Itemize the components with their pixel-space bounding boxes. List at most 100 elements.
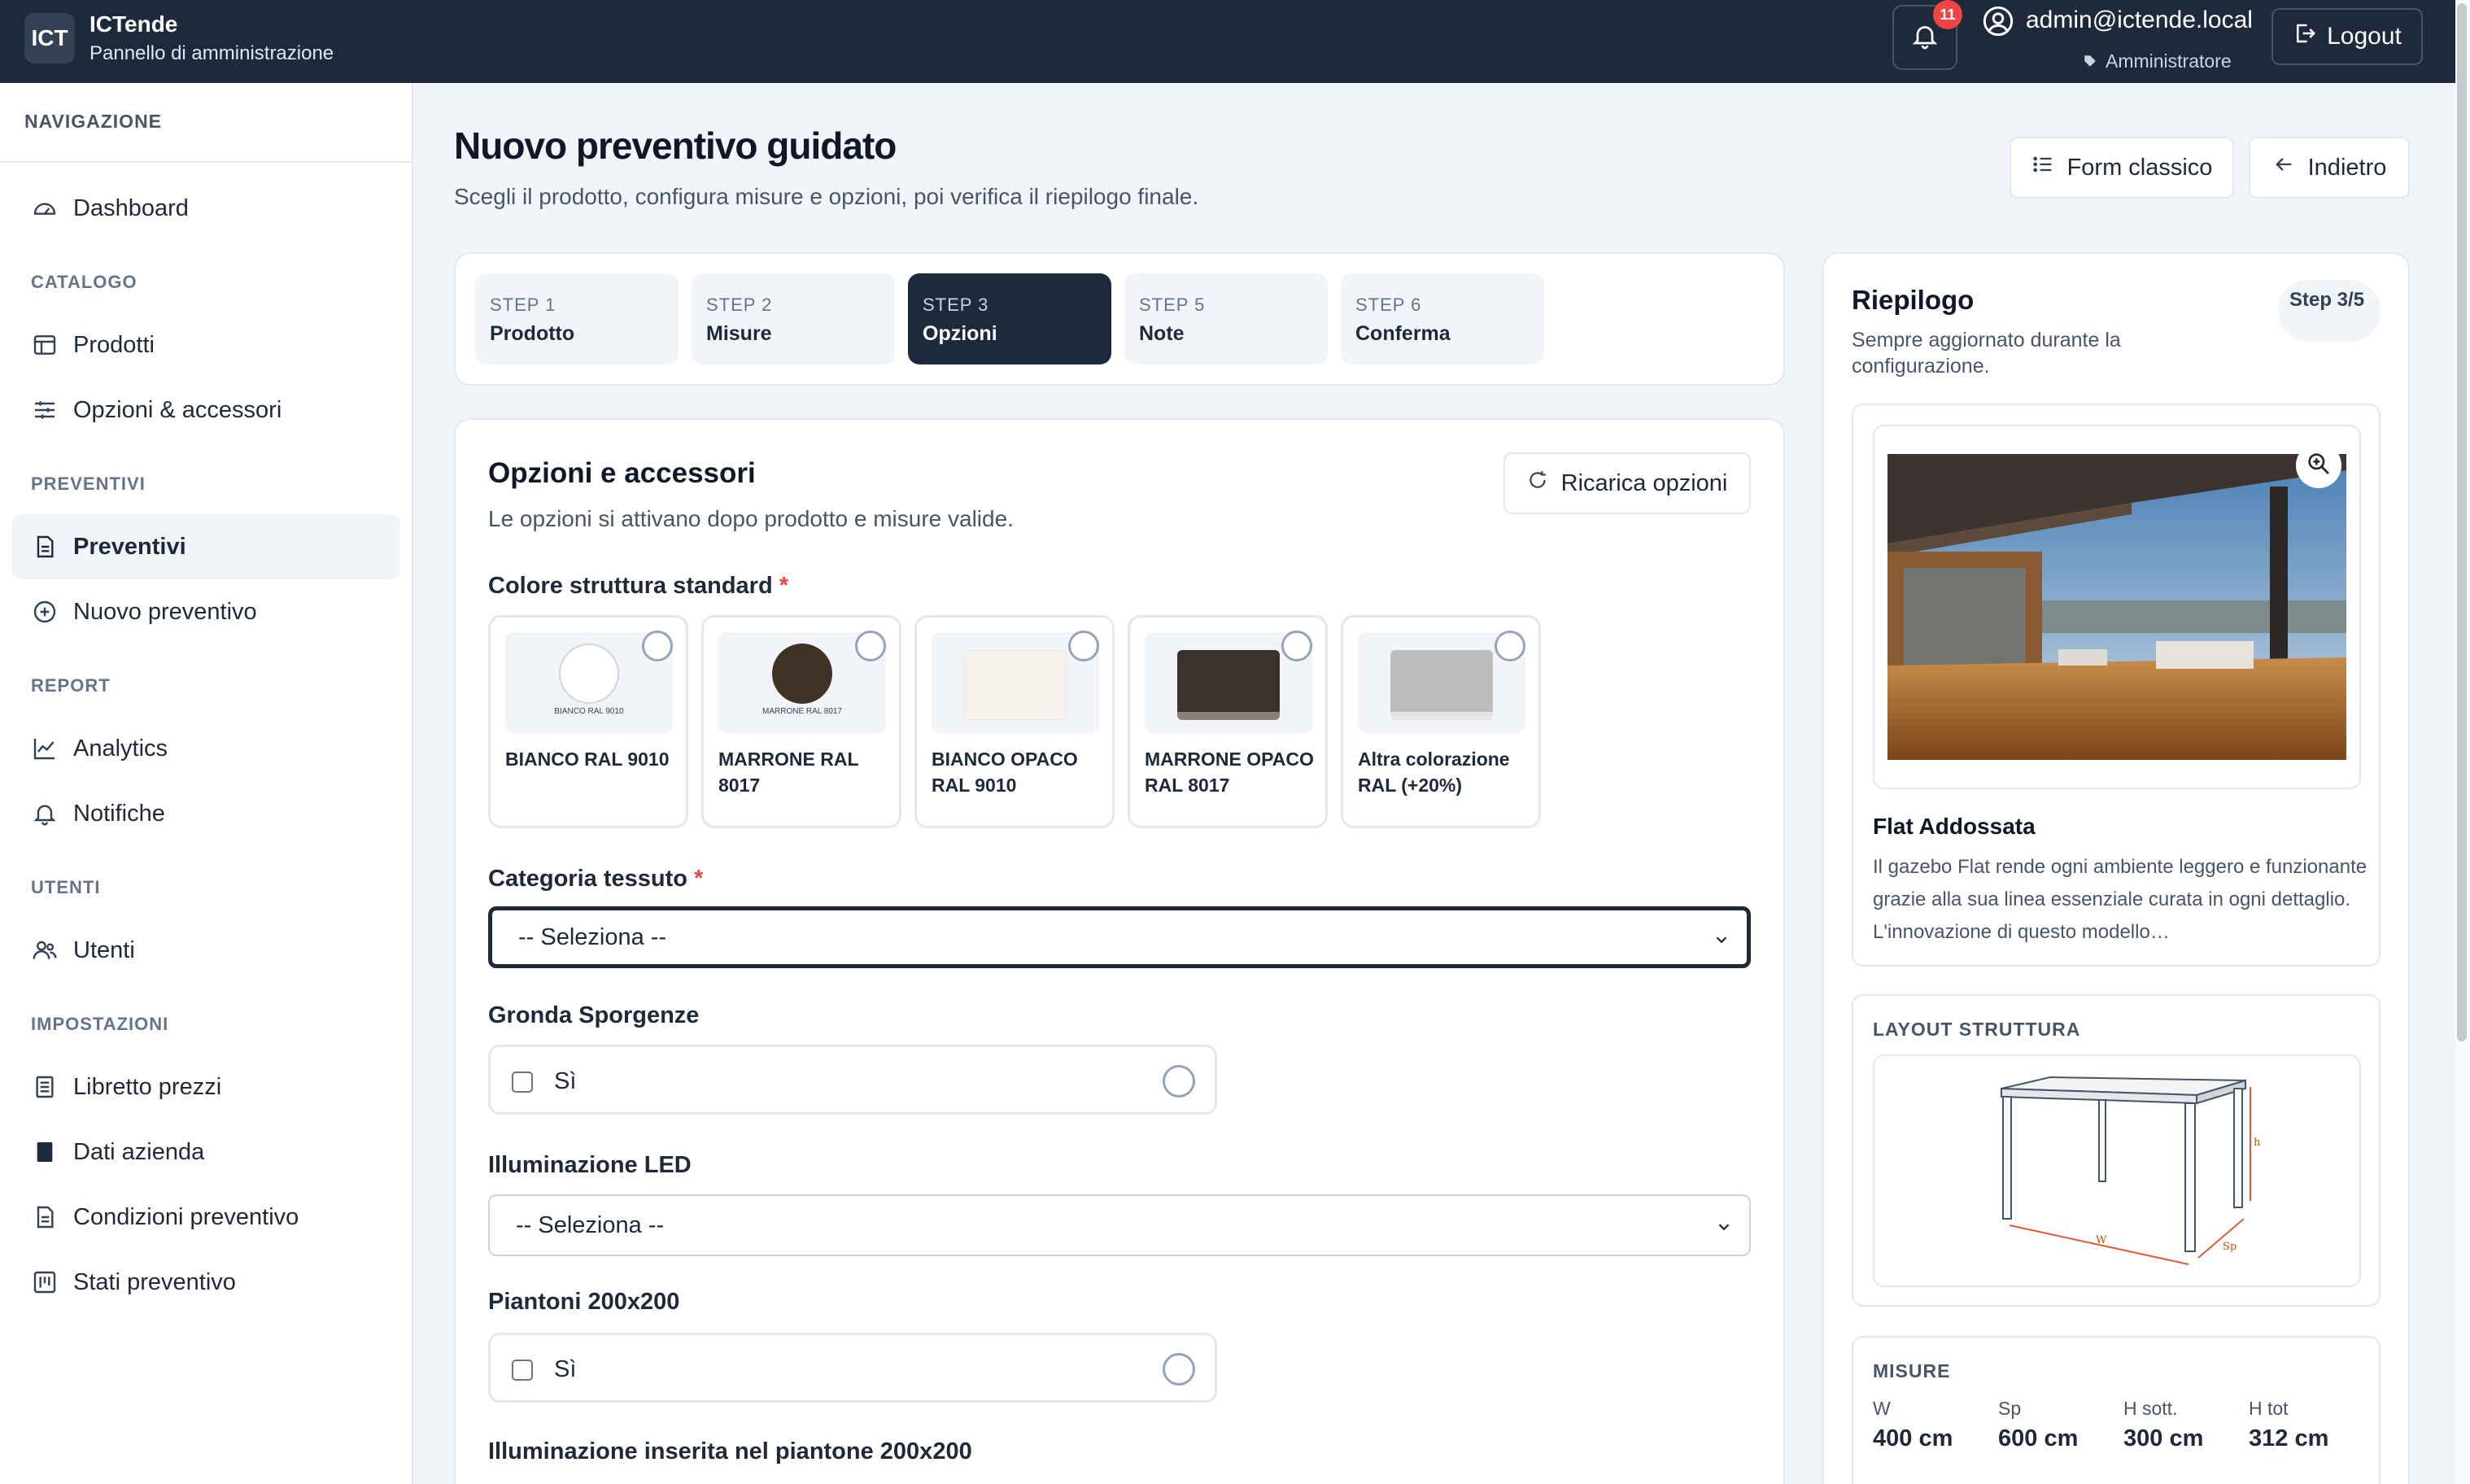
options-subtitle: Le opzioni si attivano dopo prodotto e m… [488,506,1014,531]
led-field-label: Illuminazione LED [488,1152,692,1178]
sidebar-item-label: Dashboard [73,194,189,221]
zoom-button[interactable] [2296,443,2341,488]
step-number: STEP 6 [1355,295,1422,315]
gronda-checkbox[interactable] [512,1072,533,1093]
color-label: MARRONE OPACO RAL 8017 [1145,749,1314,796]
table-icon [31,331,59,359]
color-option-altra[interactable]: Altra colorazione RAL (+20%) [1341,615,1541,828]
options-title: Opzioni e accessori [488,457,756,489]
color-radio[interactable] [855,631,886,661]
app-logo: ICT [24,13,75,63]
color-field-label: Colore struttura standard * [488,573,789,599]
sidebar-item-nuovo-preventivo[interactable]: Nuovo preventivo [11,579,400,644]
gronda-option[interactable]: Sì [488,1045,1217,1115]
color-radio[interactable] [1495,631,1525,661]
product-name: Flat Addossata [1873,814,2036,839]
sidebar-item-label: Utenti [73,936,135,963]
color-radio[interactable] [1281,631,1312,661]
step-misure[interactable]: STEP 2 Misure [692,273,895,364]
reload-label: Ricarica opzioni [1560,469,1728,496]
sidebar-item-libretto-prezzi[interactable]: Libretto prezzi [11,1054,400,1120]
tag-icon [2083,54,2097,72]
piantoni-field-label: Piantoni 200x200 [488,1289,680,1315]
building-icon [31,1138,59,1166]
color-label: BIANCO RAL 9010 [505,749,670,770]
sidebar-item-label: Stati preventivo [73,1268,236,1295]
document-icon [31,533,59,561]
bell-icon [1910,21,1940,55]
led-select[interactable]: -- Seleziona -- [488,1194,1751,1256]
section-report: REPORT [31,675,111,696]
top-bar: ICT ICTende Pannello di amministrazione … [0,0,2470,83]
step-badge: Step 3/5 [2278,280,2381,342]
piantoni-checkbox[interactable] [512,1360,533,1381]
step-note[interactable]: STEP 5 Note [1124,273,1328,364]
fabric-select[interactable]: -- Seleziona -- [488,906,1751,968]
led-select-value: -- Seleziona -- [516,1211,665,1238]
document-icon [31,1203,59,1231]
sidebar-item-stati[interactable]: Stati preventivo [11,1250,400,1315]
chevron-down-icon [1713,928,1730,955]
color-label: Altra colorazione RAL (+20%) [1358,749,1510,796]
user-circle-icon [1982,5,2014,41]
piantoni-radio[interactable] [1163,1353,1195,1386]
plus-circle-icon [31,598,59,626]
svg-text:W: W [2096,1234,2107,1246]
chart-line-icon [31,735,59,762]
color-option-marrone-opaco[interactable]: MARRONE OPACO RAL 8017 [1128,615,1328,828]
list-icon [2031,153,2054,182]
step-number: STEP 3 [923,295,989,315]
sidebar-item-label: Dati azienda [73,1138,205,1165]
color-option-bianco-opaco[interactable]: BIANCO OPACO RAL 9010 [914,615,1115,828]
piantoni-option[interactable]: Sì [488,1333,1217,1403]
svg-text:h: h [2254,1137,2261,1149]
layout-title: LAYOUT STRUTTURA [1873,1019,2081,1040]
color-label: BIANCO OPACO RAL 9010 [932,749,1078,796]
measure-value: 312 cm [2249,1425,2329,1451]
reload-options-button[interactable]: Ricarica opzioni [1503,452,1751,514]
sidebar-item-dati-azienda[interactable]: Dati azienda [11,1120,400,1185]
kanban-icon [31,1268,59,1296]
measure-label: H tot [2249,1398,2289,1419]
ill-piantone-field-label: Illuminazione inserita nel piantone 200x… [488,1438,972,1464]
logout-button[interactable]: Logout [2271,8,2423,65]
section-preventivi: PREVENTIVI [31,474,146,494]
logout-icon [2293,21,2317,52]
color-option-bianco[interactable]: BIANCO RAL 9010 BIANCO RAL 9010 [488,615,688,828]
section-catalogo: CATALOGO [31,272,137,292]
gronda-radio[interactable] [1163,1065,1195,1098]
step-conferma[interactable]: STEP 6 Conferma [1341,273,1544,364]
color-option-marrone[interactable]: MARRONE RAL 8017 MARRONE RAL 8017 [701,615,901,828]
refresh-icon [1527,469,1548,497]
color-radio[interactable] [642,631,673,661]
step-label: Prodotto [490,322,575,345]
page-title: Nuovo preventivo guidato [454,124,897,167]
sidebar-item-label: Notifiche [73,800,165,827]
measure-value: 600 cm [1998,1425,2079,1451]
gronda-field-label: Gronda Sporgenze [488,1002,700,1028]
measures-card [1852,1336,2381,1484]
sidebar-item-notifiche[interactable]: Notifiche [11,781,400,846]
color-radio[interactable] [1068,631,1099,661]
back-button[interactable]: Indietro [2249,137,2410,199]
product-description: Il gazebo Flat rende ogni ambiente legge… [1873,856,2367,943]
sidebar-item-preventivi[interactable]: Preventivi [11,514,400,579]
scrollbar-thumb[interactable] [2457,3,2467,1041]
sidebar-item-label: Prodotti [73,331,155,358]
sidebar-item-opzioni[interactable]: Opzioni & accessori [11,378,400,443]
list-doc-icon [31,1073,59,1101]
sidebar-item-condizioni[interactable]: Condizioni preventivo [11,1185,400,1250]
sliders-icon [31,396,59,424]
user-email: admin@ictende.local [2026,7,2253,33]
sidebar-item-label: Libretto prezzi [73,1073,222,1100]
step-opzioni[interactable]: STEP 3 Opzioni [908,273,1111,364]
sidebar-item-prodotti[interactable]: Prodotti [11,312,400,378]
sidebar-item-utenti[interactable]: Utenti [11,918,400,983]
step-prodotto[interactable]: STEP 1 Prodotto [475,273,679,364]
fabric-select-value: -- Seleziona -- [518,923,667,950]
form-classico-button[interactable]: Form classico [2010,137,2234,199]
measure-value: 300 cm [2123,1425,2204,1451]
user-role: Amministratore [2106,50,2232,72]
sidebar-item-dashboard[interactable]: Dashboard [11,176,400,241]
sidebar-item-analytics[interactable]: Analytics [11,716,400,781]
